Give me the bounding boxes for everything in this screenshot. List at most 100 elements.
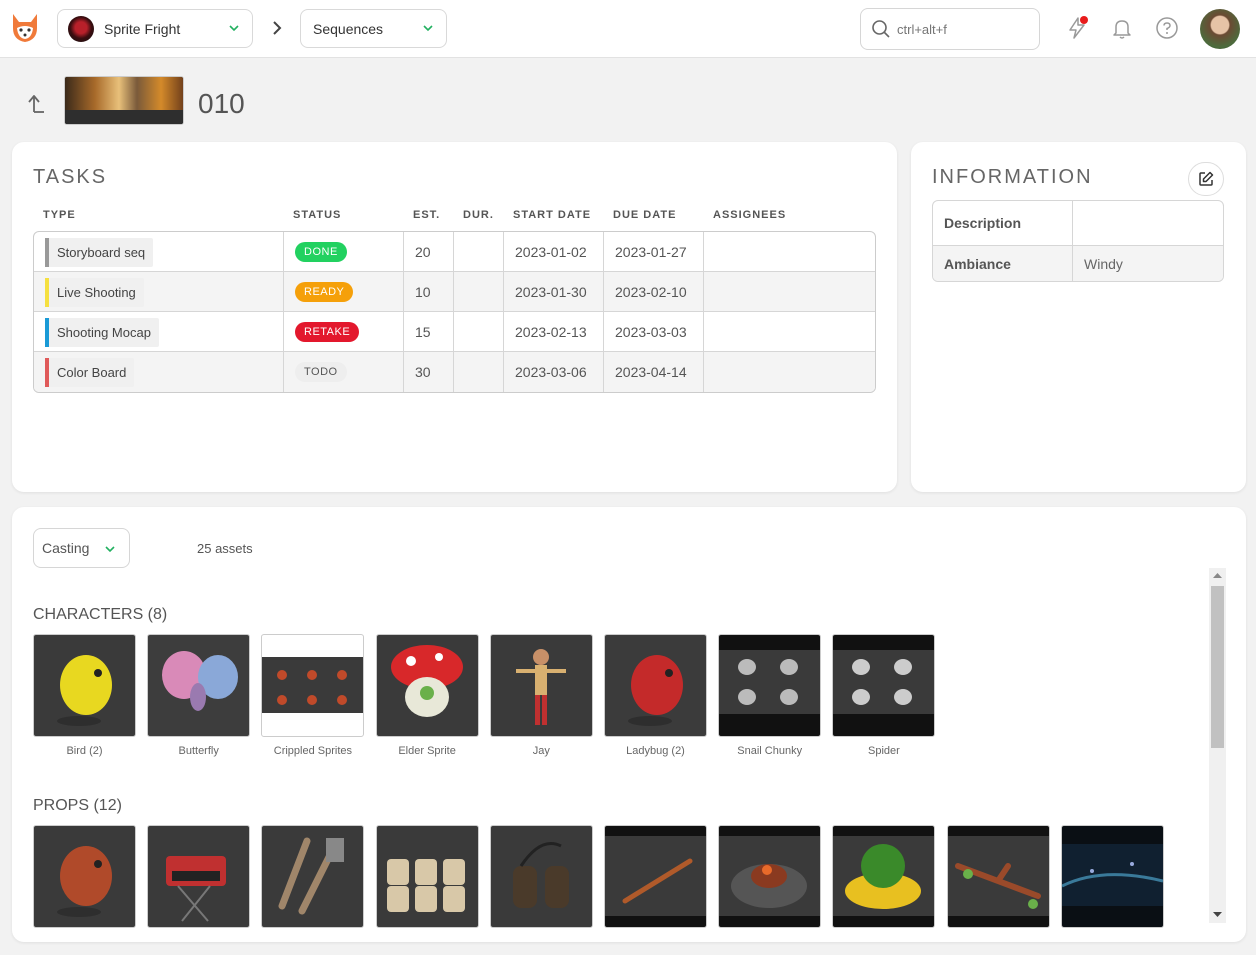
task-type-chip[interactable]: Live Shooting	[45, 277, 144, 307]
task-row[interactable]: Color Board TODO 30 2023-03-06 2023-04-14	[34, 352, 875, 392]
task-row[interactable]: Storyboard seq DONE 20 2023-01-02 2023-01-27	[34, 232, 875, 272]
asset-thumbnail[interactable]	[489, 634, 593, 737]
bell-icon[interactable]	[1110, 16, 1134, 40]
scroll-down-icon[interactable]	[1213, 911, 1222, 918]
info-value[interactable]: Windy	[1084, 246, 1123, 281]
task-cell-status[interactable]: DONE	[284, 232, 404, 272]
asset-card[interactable]	[489, 825, 593, 928]
status-badge[interactable]: TODO	[295, 362, 347, 382]
scrollbar[interactable]	[1209, 568, 1226, 923]
col-start-date[interactable]: START DATE	[513, 209, 591, 221]
status-badge[interactable]: READY	[295, 282, 354, 302]
asset-card[interactable]	[832, 825, 936, 928]
col-due-date[interactable]: DUE DATE	[613, 209, 676, 221]
col-assignees[interactable]: ASSIGNEES	[713, 209, 786, 221]
casting-select[interactable]: Casting	[33, 528, 130, 568]
asset-thumbnail[interactable]	[375, 825, 479, 928]
task-cell-est: 15	[404, 312, 454, 352]
asset-thumbnail[interactable]	[261, 634, 365, 737]
asset-thumbnail[interactable]	[946, 825, 1050, 928]
asset-count: 25 assets	[197, 541, 253, 556]
asset-thumbnail[interactable]	[1060, 825, 1164, 928]
task-cell-start: 2023-03-06	[504, 352, 604, 392]
section-select[interactable]: Sequences	[300, 9, 447, 48]
asset-thumbnail[interactable]	[604, 825, 707, 928]
task-est: 30	[415, 364, 431, 380]
search-input[interactable]	[897, 21, 1027, 37]
asset-thumbnail[interactable]	[33, 825, 136, 928]
asset-card[interactable]: Bird (2)	[33, 634, 136, 757]
task-type-chip[interactable]: Color Board	[45, 357, 135, 387]
characters-title: CHARACTERS (8)	[33, 606, 168, 623]
asset-thumbnail[interactable]	[718, 825, 822, 928]
task-cell-status[interactable]: RETAKE	[284, 312, 404, 352]
task-cell-status[interactable]: TODO	[284, 352, 404, 392]
help-icon[interactable]	[1155, 16, 1179, 40]
task-row[interactable]: Shooting Mocap RETAKE 15 2023-02-13 2023-03-…	[34, 312, 875, 352]
asset-thumbnail[interactable]	[147, 634, 251, 737]
asset-thumbnail[interactable]	[604, 634, 707, 737]
scroll-thumb[interactable]	[1211, 586, 1224, 748]
asset-thumbnail[interactable]	[832, 825, 936, 928]
casting-card: Casting 25 assets CHARACTERS (8) Bird (2…	[12, 507, 1246, 942]
col-status[interactable]: STATUS	[293, 209, 341, 221]
asset-card[interactable]	[147, 825, 251, 928]
scroll-up-icon[interactable]	[1213, 572, 1222, 579]
col-type[interactable]: TYPE	[43, 209, 76, 221]
asset-card[interactable]	[261, 825, 365, 928]
status-badge[interactable]: DONE	[295, 242, 347, 262]
status-badge[interactable]: RETAKE	[295, 322, 360, 342]
asset-card[interactable]: Elder Sprite	[375, 634, 479, 757]
task-cell-est: 10	[404, 272, 454, 312]
task-cell-assignees	[704, 232, 875, 272]
task-type-chip[interactable]: Shooting Mocap	[45, 317, 159, 347]
asset-card[interactable]: Snail Chunky	[718, 634, 822, 757]
asset-card[interactable]	[1060, 825, 1164, 928]
user-avatar[interactable]	[1200, 9, 1240, 49]
task-cell-type[interactable]: Color Board	[34, 352, 284, 392]
col-dur[interactable]: DUR.	[463, 209, 494, 221]
asset-card[interactable]: Jay	[489, 634, 593, 757]
kitsu-logo-icon[interactable]	[10, 12, 40, 44]
asset-thumbnail[interactable]	[489, 825, 593, 928]
edit-button[interactable]	[1188, 162, 1224, 196]
task-due: 2023-04-14	[615, 364, 687, 380]
production-select[interactable]: Sprite Fright	[57, 9, 253, 48]
casting-select-label: Casting	[42, 540, 90, 556]
sequence-thumbnail[interactable]	[64, 76, 184, 125]
tasks-card: TASKS TYPE STATUS EST. DUR. START DATE D…	[12, 142, 897, 492]
task-cell-type[interactable]: Storyboard seq	[34, 232, 284, 272]
task-row[interactable]: Live Shooting READY 10 2023-01-30 2023-02-10	[34, 272, 875, 312]
news-icon[interactable]	[1065, 16, 1089, 40]
asset-thumbnail[interactable]	[832, 634, 936, 737]
task-type-color	[45, 317, 49, 347]
task-cell-status[interactable]: READY	[284, 272, 404, 312]
asset-thumbnail[interactable]	[718, 634, 822, 737]
info-key: Ambiance	[933, 246, 1073, 281]
task-cell-dur	[454, 272, 504, 312]
task-type-chip[interactable]: Storyboard seq	[45, 237, 154, 267]
asset-card[interactable]: Crippled Sprites	[261, 634, 365, 757]
task-cell-type[interactable]: Live Shooting	[34, 272, 284, 312]
asset-card[interactable]	[375, 825, 479, 928]
asset-card[interactable]	[718, 825, 822, 928]
task-due: 2023-02-10	[615, 284, 687, 300]
asset-card[interactable]	[33, 825, 136, 928]
col-est[interactable]: EST.	[413, 209, 440, 221]
asset-card[interactable]: Spider	[832, 634, 936, 757]
search-box[interactable]	[860, 8, 1040, 50]
asset-thumbnail[interactable]	[33, 634, 136, 737]
asset-thumbnail[interactable]	[375, 634, 479, 737]
task-cell-type[interactable]: Shooting Mocap	[34, 312, 284, 352]
asset-thumbnail[interactable]	[261, 825, 365, 928]
task-cell-due: 2023-04-14	[604, 352, 704, 392]
back-icon[interactable]	[26, 92, 48, 114]
asset-card[interactable]	[946, 825, 1050, 928]
task-start: 2023-03-06	[515, 364, 587, 380]
sequence-thumbnail-bar	[65, 110, 183, 124]
asset-card[interactable]: Ladybug (2)	[604, 634, 707, 757]
asset-card[interactable]: Butterfly	[147, 634, 251, 757]
asset-thumbnail[interactable]	[147, 825, 251, 928]
asset-card[interactable]	[604, 825, 707, 928]
task-cell-due: 2023-01-27	[604, 232, 704, 272]
